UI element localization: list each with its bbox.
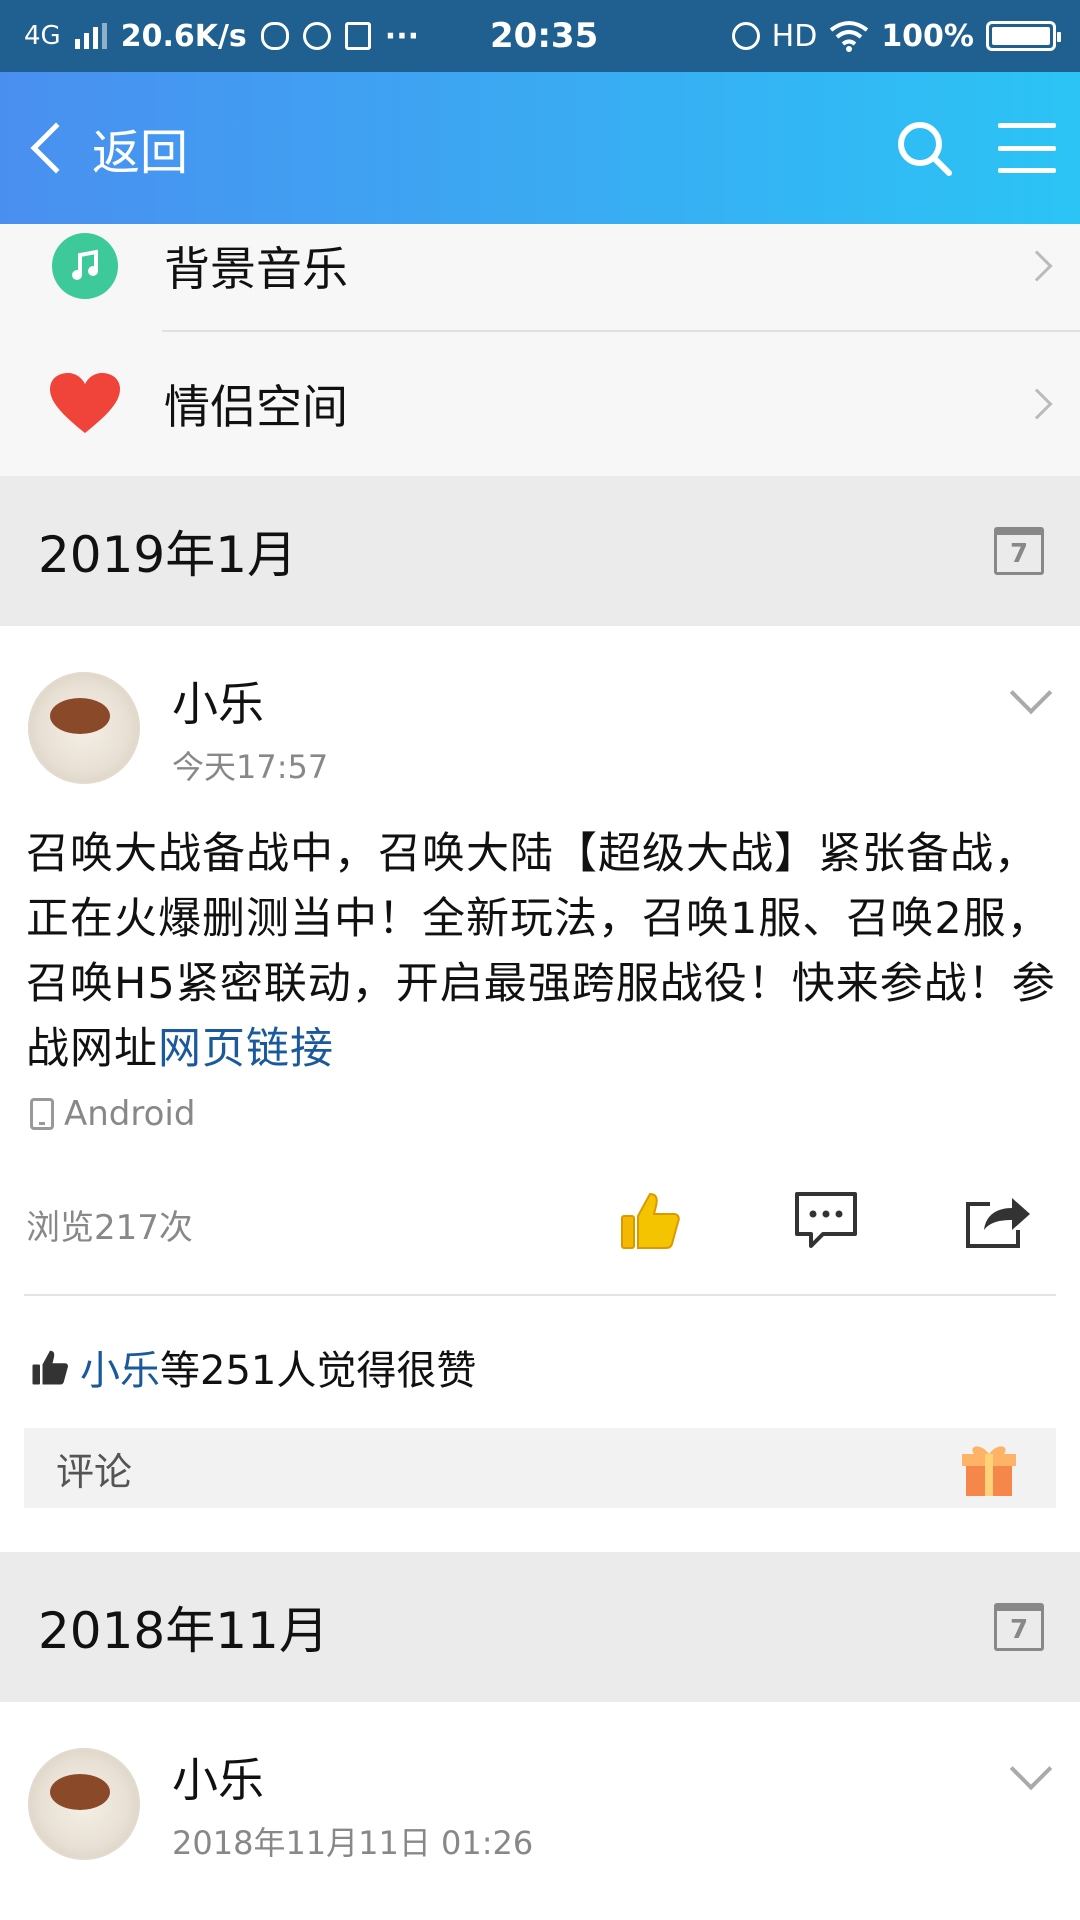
device-row: Android [30, 1094, 195, 1134]
back-label: 返回 [92, 125, 189, 181]
calendar-icon[interactable]: 7 [994, 1603, 1044, 1651]
menu-icon[interactable] [998, 123, 1056, 173]
likes-user-link[interactable]: 小乐 [80, 1348, 160, 1394]
comment-icon [795, 1192, 857, 1248]
share-button[interactable] [962, 1184, 1034, 1256]
menu-item-label: 情侣空间 [164, 380, 348, 434]
comment-button[interactable] [790, 1184, 862, 1256]
likes-summary: 等251人觉得很赞 [160, 1348, 477, 1394]
share-icon [966, 1198, 1030, 1248]
comment-placeholder: 评论 [56, 1449, 133, 1494]
post-text: 召唤大战备战中，召唤大陆【超级大战】紧张备战，正在火爆删测当中！全新玩法，召唤1… [26, 822, 1056, 1082]
thumbs-up-icon [621, 1192, 680, 1249]
device-label: Android [64, 1094, 196, 1134]
wifi-icon [830, 21, 869, 52]
comment-input[interactable]: 评论 [24, 1428, 1056, 1508]
battery-icon [986, 21, 1061, 51]
phone-icon [30, 1098, 54, 1130]
play-icon [302, 22, 331, 50]
avatar[interactable] [28, 672, 140, 784]
post-card: 小乐 今天17:57 召唤大战备战中，召唤大陆【超级大战】紧张备战，正在火爆删测… [0, 626, 1080, 1550]
network-speed: 20.6K/s [120, 18, 247, 54]
thumbs-up-small-icon [32, 1350, 68, 1385]
menu-item-label: 背景音乐 [164, 242, 348, 296]
alarm-icon [731, 22, 760, 50]
chevron-down-icon[interactable] [1009, 1747, 1053, 1791]
poster-name[interactable]: 小乐 [172, 1744, 264, 1810]
status-right: HD 100% [731, 18, 1061, 54]
view-count: 浏览217次 [26, 1208, 193, 1248]
poster-name[interactable]: 小乐 [172, 668, 264, 734]
status-time: 20:35 [490, 16, 599, 56]
wechat-icon [260, 22, 289, 50]
likes-row: 小乐等251人觉得很赞 [30, 1338, 476, 1396]
status-bar: 4G 20.6K/s ··· 20:35 HD 100% [0, 0, 1080, 72]
more-status-dots: ··· [384, 18, 419, 54]
menu-item-background-music[interactable]: 背景音乐 [0, 202, 1080, 330]
chevron-right-icon [1021, 250, 1053, 282]
web-link[interactable]: 网页链接 [158, 1024, 334, 1074]
chevron-down-icon[interactable] [1009, 671, 1053, 715]
month-header: 2019年1月 7 [0, 476, 1080, 626]
signal-icon [74, 23, 107, 49]
gift-icon[interactable] [960, 1440, 1018, 1498]
month-label: 2018年11月 [38, 1602, 329, 1660]
menu-list: 背景音乐 情侣空间 [0, 224, 1080, 476]
calendar-icon[interactable]: 7 [994, 527, 1044, 575]
menu-item-couple-space[interactable]: 情侣空间 [0, 332, 1080, 476]
post-card: 小乐 2018年11月11日 01:26 [0, 1702, 1080, 1920]
hd-label: HD [771, 18, 818, 54]
network-label: 4G [24, 21, 61, 51]
post-time: 2018年11月11日 01:26 [172, 1824, 534, 1862]
chevron-right-icon [1021, 388, 1053, 420]
s-app-icon [344, 22, 371, 50]
search-icon[interactable] [894, 118, 954, 178]
music-icon [50, 231, 120, 301]
battery-percent: 100% [881, 18, 974, 54]
nav-actions [894, 118, 1056, 178]
post-divider [24, 1294, 1056, 1296]
avatar[interactable] [28, 1748, 140, 1860]
status-left: 4G 20.6K/s ··· [24, 19, 419, 54]
like-button[interactable] [614, 1184, 686, 1256]
heart-icon [50, 369, 120, 439]
month-label: 2019年1月 [38, 526, 298, 584]
month-header: 2018年11月 7 [0, 1552, 1080, 1702]
back-chevron-icon [30, 122, 82, 174]
back-button[interactable]: 返回 [24, 113, 188, 183]
post-time: 今天17:57 [172, 748, 329, 786]
